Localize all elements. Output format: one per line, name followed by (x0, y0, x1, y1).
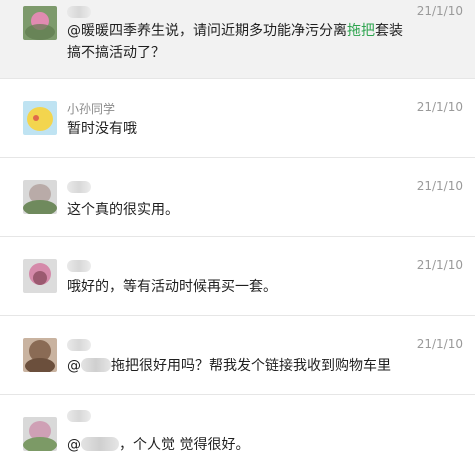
avatar[interactable] (23, 180, 57, 214)
comment-time: 21/1/10 (416, 179, 463, 193)
avatar[interactable] (23, 259, 57, 293)
comment-text: @ 拖把很好用吗？帮我发个链接我收到购物车里 (67, 358, 391, 374)
comment-item[interactable]: 21/1/10 哦好的，等有活动时候再买一套。 (0, 237, 475, 315)
comment-time: 21/1/10 (416, 337, 463, 351)
comment-item[interactable]: @ ，个人觉 觉得很好。 (0, 395, 475, 464)
commenter-name[interactable] (67, 258, 91, 272)
redacted-name (67, 5, 91, 18)
avatar[interactable] (23, 6, 57, 40)
comment-item[interactable]: 21/1/10 @暖暖四季养生说，请问近期多功能净污分离拖把套装搞不搞活动了？ (0, 0, 475, 78)
comment-time: 21/1/10 (416, 4, 463, 18)
comment-text: 这个真的很实用。 (67, 202, 179, 218)
comment-text: 暂时没有哦 (67, 121, 137, 137)
comment-list: 21/1/10 @暖暖四季养生说，请问近期多功能净污分离拖把套装搞不搞活动了？ … (0, 0, 475, 464)
comment-item[interactable]: 小孙同学 21/1/10 暂时没有哦 (0, 79, 475, 157)
keyword-highlight[interactable]: 拖把 (347, 23, 375, 39)
commenter-name[interactable] (67, 179, 91, 193)
redacted-mention (81, 358, 111, 372)
commenter-name[interactable] (67, 4, 91, 18)
redacted-name (67, 338, 91, 351)
avatar[interactable] (23, 101, 57, 135)
commenter-name[interactable] (67, 408, 91, 422)
avatar[interactable] (23, 417, 57, 451)
comment-item[interactable]: 21/1/10 这个真的很实用。 (0, 158, 475, 236)
comment-text: @暖暖四季养生说，请问近期多功能净污分离拖把套装搞不搞活动了？ (67, 23, 403, 61)
redacted-name (67, 409, 91, 422)
comment-text: 哦好的，等有活动时候再买一套。 (67, 279, 277, 295)
redacted-mention (81, 437, 119, 451)
redacted-name (67, 259, 91, 272)
comment-item[interactable]: 21/1/10 @ 拖把很好用吗？帮我发个链接我收到购物车里 (0, 316, 475, 394)
comment-time: 21/1/10 (416, 258, 463, 272)
avatar[interactable] (23, 338, 57, 372)
comment-time: 21/1/10 (416, 100, 463, 114)
comment-text: @ ，个人觉 觉得很好。 (67, 437, 250, 453)
commenter-name[interactable]: 小孙同学 (67, 100, 115, 117)
redacted-name (67, 180, 91, 193)
commenter-name[interactable] (67, 337, 91, 351)
